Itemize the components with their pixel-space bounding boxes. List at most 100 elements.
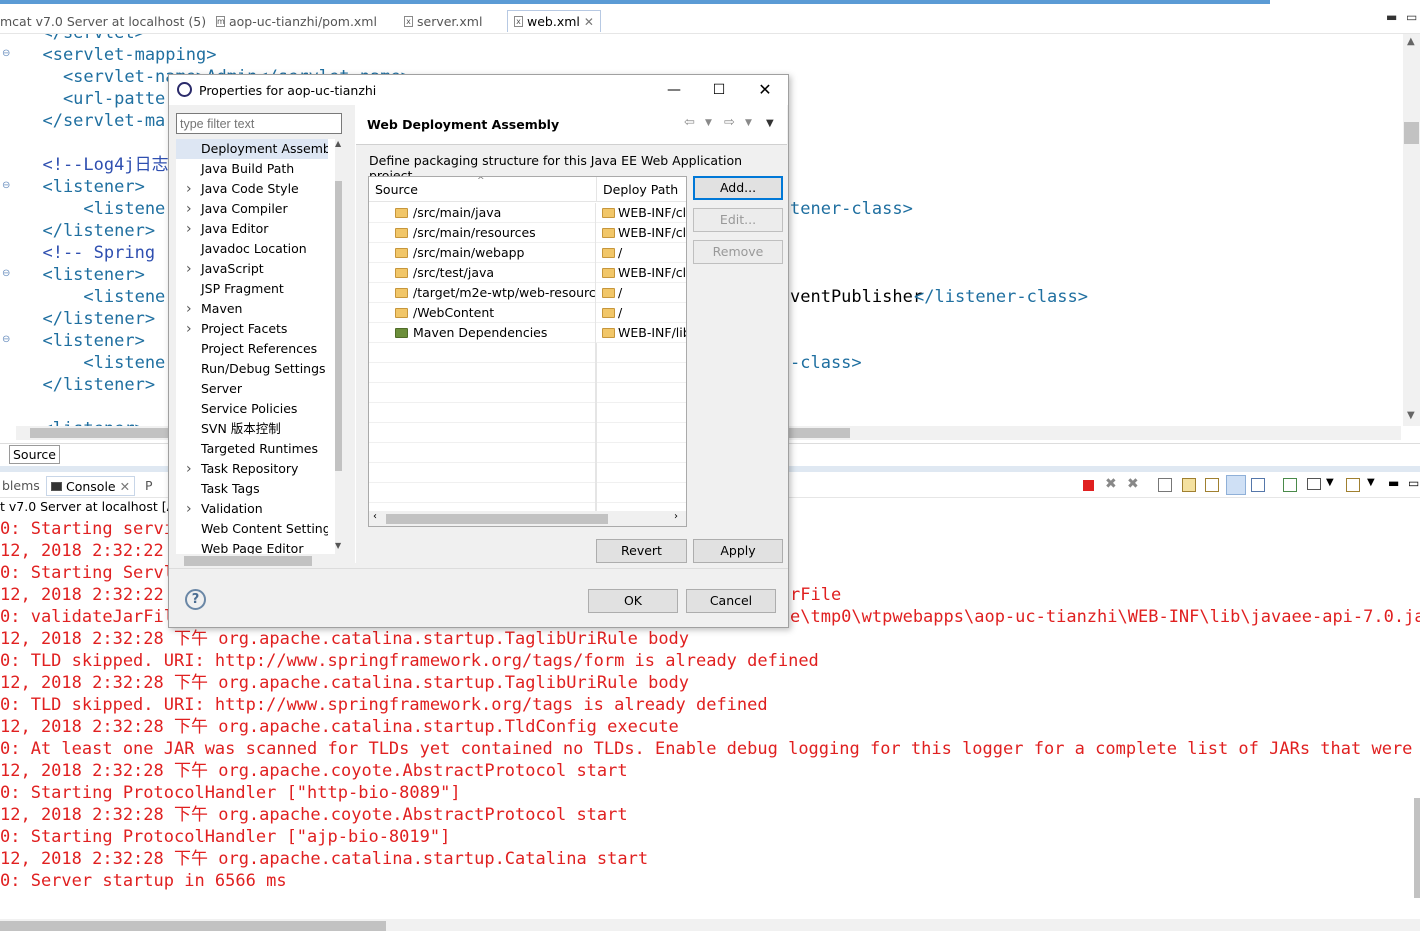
scroll-down-icon[interactable]: ▼ [1407, 410, 1415, 421]
tab-server-xml[interactable]: x server.xml [404, 10, 482, 32]
scroll-up-icon[interactable]: ▲ [1407, 36, 1415, 47]
assembly-table[interactable]: Source ^ Deploy Path /src/main/java WEB-I… [368, 176, 687, 527]
word-wrap-icon[interactable] [1205, 478, 1219, 492]
fold-icon[interactable]: ⊖ [2, 334, 10, 345]
tree-vertical-scrollbar[interactable]: ▲ ▼ [335, 139, 342, 555]
expand-icon[interactable]: › [186, 199, 192, 219]
scroll-thumb[interactable] [184, 556, 312, 566]
table-row[interactable]: /src/main/resources WEB-INF/classes [369, 223, 686, 243]
terminate-icon[interactable] [1083, 480, 1094, 491]
scroll-lock-icon[interactable] [1182, 478, 1196, 492]
new-console-icon[interactable] [1346, 478, 1360, 492]
expand-icon[interactable]: › [186, 499, 192, 519]
scroll-right-icon[interactable]: › [674, 511, 678, 522]
scroll-down-icon[interactable]: ▼ [335, 541, 341, 550]
tree-item[interactable]: Run/Debug Settings [176, 359, 328, 379]
table-row[interactable]: /src/main/webapp / [369, 243, 686, 263]
chevron-down-icon[interactable]: ▼ [705, 118, 712, 128]
tree-item[interactable]: JSP Fragment [176, 279, 328, 299]
help-icon[interactable]: ? [185, 589, 206, 610]
tab-tomcat-server[interactable]: mcat v7.0 Server at localhost (5) [0, 10, 206, 32]
close-icon[interactable]: ✕ [584, 15, 594, 29]
fold-icon[interactable]: ⊖ [2, 48, 10, 59]
minimize-icon[interactable]: ▬ [1386, 10, 1397, 24]
scroll-thumb[interactable] [1404, 122, 1419, 144]
fold-icon[interactable]: ⊖ [2, 268, 10, 279]
table-horizontal-scrollbar[interactable]: ‹ › [369, 511, 686, 526]
tree-item[interactable]: › Java Editor [176, 219, 328, 239]
tree-item[interactable]: › JavaScript [176, 259, 328, 279]
console-scroll-thumb[interactable] [1414, 798, 1420, 898]
back-icon[interactable]: ⇦ [684, 115, 695, 130]
remove-launch-icon[interactable]: ✖ [1105, 476, 1117, 492]
table-row[interactable]: /WebContent / [369, 303, 686, 323]
expand-icon[interactable]: › [186, 299, 192, 319]
ok-button[interactable]: OK [588, 589, 678, 613]
maximize-button[interactable]: ☐ [696, 75, 742, 105]
other-tab[interactable]: P [145, 478, 153, 493]
close-icon[interactable]: ✕ [120, 479, 130, 494]
tree-item[interactable]: Service Policies [176, 399, 328, 419]
scroll-thumb[interactable] [386, 514, 608, 524]
tree-item[interactable]: Java Build Path [176, 159, 328, 179]
cancel-button[interactable]: Cancel [686, 589, 776, 613]
tree-item[interactable]: Web Page Editor [176, 539, 328, 555]
tree-item[interactable]: › Java Code Style [176, 179, 328, 199]
minimize-button[interactable]: — [651, 75, 697, 105]
property-page-tree[interactable]: Deployment Assembly Java Build Path › Java … [176, 139, 342, 555]
view-menu-icon[interactable]: ▼ [766, 118, 774, 129]
pin-console-icon[interactable] [1283, 478, 1297, 492]
edit-button[interactable]: Edit... [693, 208, 783, 232]
tree-item[interactable]: Task Tags [176, 479, 328, 499]
filter-input[interactable] [176, 113, 342, 134]
tree-item[interactable]: Targeted Runtimes [176, 439, 328, 459]
remove-button[interactable]: Remove [693, 240, 783, 264]
show-stderr-icon[interactable] [1251, 478, 1265, 492]
chevron-down-icon[interactable]: ▼ [745, 118, 752, 128]
problems-tab[interactable]: blems [2, 478, 40, 493]
apply-button[interactable]: Apply [693, 539, 783, 563]
add-button[interactable]: Add... [693, 176, 783, 200]
column-header-deploy-path[interactable]: Deploy Path [597, 177, 686, 202]
dialog-title-bar[interactable]: Properties for aop-uc-tianzhi — ☐ ✕ [169, 75, 788, 105]
tree-item[interactable]: › Project Facets [176, 319, 328, 339]
chevron-down-icon[interactable]: ▼ [1367, 477, 1375, 488]
tree-item[interactable]: Project References [176, 339, 328, 359]
scroll-up-icon[interactable]: ▲ [335, 139, 341, 148]
tab-pom-xml[interactable]: m aop-uc-tianzhi/pom.xml [216, 10, 377, 32]
close-button[interactable]: ✕ [742, 75, 788, 105]
tree-horizontal-scrollbar[interactable] [176, 554, 342, 568]
tree-item[interactable]: › Maven [176, 299, 328, 319]
minimize-icon[interactable]: ▬ [1388, 476, 1399, 490]
display-console-icon[interactable] [1307, 478, 1321, 490]
chevron-down-icon[interactable]: ▼ [1326, 477, 1334, 488]
scroll-left-icon[interactable]: ‹ [373, 511, 377, 522]
maximize-icon[interactable]: ▭ [1406, 10, 1417, 24]
expand-icon[interactable]: › [186, 259, 192, 279]
revert-button[interactable]: Revert [596, 539, 687, 563]
tree-item[interactable]: Server [176, 379, 328, 399]
tree-item[interactable]: › Validation [176, 499, 328, 519]
console-horizontal-scrollbar[interactable] [0, 919, 1420, 931]
tree-item[interactable]: › Task Repository [176, 459, 328, 479]
source-tab[interactable]: Source [9, 445, 60, 464]
tree-item[interactable]: SVN 版本控制 [176, 419, 328, 439]
expand-icon[interactable]: › [186, 459, 192, 479]
scroll-thumb[interactable] [335, 181, 342, 471]
expand-icon[interactable]: › [186, 319, 192, 339]
tree-item[interactable]: Web Content Settings [176, 519, 328, 539]
clear-console-icon[interactable] [1158, 478, 1172, 492]
forward-icon[interactable]: ⇨ [724, 115, 735, 130]
editor-vertical-scrollbar[interactable]: ▲ ▼ [1403, 34, 1420, 426]
fold-icon[interactable]: ⊖ [2, 180, 10, 191]
table-row[interactable]: Maven Dependencies WEB-INF/lib [369, 323, 686, 343]
show-stdout-icon[interactable] [1226, 475, 1246, 495]
table-row[interactable]: /src/main/java WEB-INF/classes [369, 203, 686, 223]
expand-icon[interactable]: › [186, 219, 192, 239]
scroll-thumb[interactable] [0, 921, 386, 931]
remove-all-icon[interactable]: ✖ [1127, 476, 1139, 492]
maximize-icon[interactable]: ▭ [1408, 476, 1419, 490]
console-tab[interactable]: Console ✕ [46, 476, 136, 496]
expand-icon[interactable]: › [186, 179, 192, 199]
tree-item[interactable]: Deployment Assembly [176, 139, 328, 159]
